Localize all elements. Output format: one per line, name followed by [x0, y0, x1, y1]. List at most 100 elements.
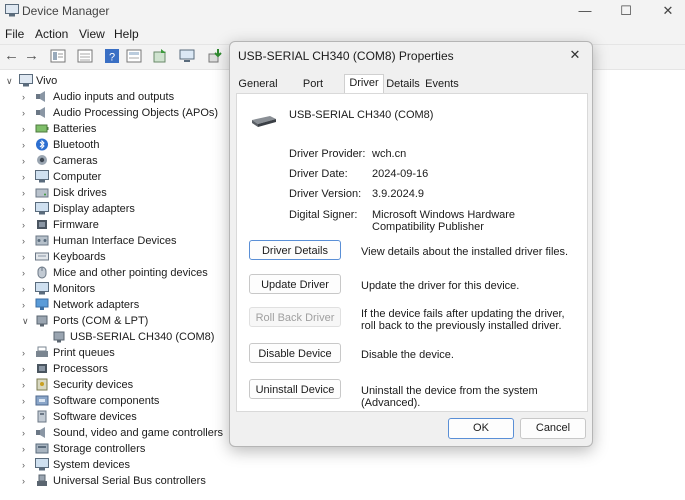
chevron-right-icon[interactable]: › [22, 265, 32, 281]
chevron-right-icon[interactable]: › [22, 425, 32, 441]
tree-root-label: Vivo [36, 75, 58, 87]
tab-port-settings[interactable]: Port Settings [282, 76, 344, 106]
chevron-right-icon[interactable]: › [22, 361, 32, 377]
dialog-title: USB-SERIAL CH340 (COM8) Properties [238, 49, 454, 63]
close-button[interactable]: ✕ [654, 2, 682, 20]
port-icon [53, 331, 65, 343]
minimize-button[interactable]: — [571, 2, 599, 20]
menu-view[interactable]: View [79, 27, 105, 41]
tree-item-label: Network adapters [53, 299, 140, 311]
details-view-icon[interactable] [126, 48, 142, 64]
scan-hardware-icon[interactable] [179, 48, 195, 64]
device-manager-icon [5, 4, 19, 17]
driver-date-label: Driver Date: [289, 168, 348, 180]
driver-provider-value: wch.cn [372, 148, 407, 160]
chevron-right-icon[interactable]: › [22, 297, 32, 313]
properties-icon[interactable] [50, 48, 66, 64]
chevron-right-icon[interactable]: › [22, 281, 32, 297]
maximize-button[interactable]: ☐ [612, 2, 640, 20]
chevron-right-icon[interactable]: › [22, 393, 32, 409]
chevron-right-icon[interactable]: › [22, 201, 32, 217]
tab-general[interactable]: General [236, 76, 280, 92]
disk-icon [35, 188, 49, 198]
chevron-right-icon[interactable]: › [22, 169, 32, 185]
usb-serial-device-icon [252, 116, 276, 127]
keyboard-icon [35, 252, 49, 261]
ok-button[interactable]: OK [448, 418, 514, 439]
chevron-down-icon[interactable]: ∨ [6, 73, 16, 89]
chevron-right-icon[interactable]: › [22, 153, 32, 169]
bluetooth-icon [36, 138, 48, 151]
uninstall-device-description: Uninstall the device from the system (Ad… [361, 385, 538, 409]
enable-device-icon[interactable] [207, 48, 223, 64]
chevron-right-icon[interactable]: › [22, 345, 32, 361]
tree-item-label: Firmware [53, 219, 99, 231]
tree-item-label: Storage controllers [53, 443, 146, 455]
tree-item-label: Disk drives [53, 187, 107, 199]
tab-details[interactable]: Details [384, 76, 422, 92]
tree-item-label: Batteries [53, 123, 97, 135]
help-icon[interactable]: ? [104, 48, 120, 64]
menu-action[interactable]: Action [35, 27, 68, 41]
tree-item-label: Audio inputs and outputs [53, 91, 175, 103]
driver-date-value: 2024-09-16 [372, 168, 429, 180]
chevron-right-icon[interactable]: › [22, 121, 32, 137]
driver-details-button[interactable]: Driver Details [249, 240, 341, 260]
tab-driver[interactable]: Driver [344, 74, 384, 94]
tree-item-label: Software devices [53, 411, 137, 423]
chevron-right-icon[interactable]: › [22, 457, 32, 473]
chevron-right-icon[interactable]: › [22, 233, 32, 249]
tree-item-label: Computer [53, 171, 102, 183]
tree-item-label: Monitors [53, 283, 96, 295]
chevron-right-icon[interactable]: › [22, 185, 32, 201]
tree-item-label: USB-SERIAL CH340 (COM8) [70, 331, 215, 343]
tree-item-label: System devices [53, 459, 131, 471]
tree-item-label: Audio Processing Objects (APOs) [53, 107, 219, 119]
chevron-right-icon[interactable]: › [22, 137, 32, 153]
update-driver-icon[interactable] [152, 48, 168, 64]
roll-back-driver-button: Roll Back Driver [249, 307, 341, 327]
device-icon [37, 410, 47, 423]
tree-item-label: Sound, video and game controllers [53, 427, 223, 439]
window-title: Device Manager [22, 4, 110, 18]
driver-provider-label: Driver Provider: [289, 148, 366, 160]
back-arrow-icon[interactable]: ← [4, 48, 20, 64]
chevron-right-icon[interactable]: › [22, 105, 32, 121]
chevron-right-icon[interactable]: › [22, 249, 32, 265]
chevron-right-icon[interactable]: › [22, 377, 32, 393]
speaker-icon [36, 91, 45, 102]
disable-device-button[interactable]: Disable Device [249, 343, 341, 363]
disable-device-description: Disable the device. [361, 349, 454, 361]
component-icon [35, 395, 49, 406]
printer-icon [36, 346, 48, 357]
update-driver-button[interactable]: Update Driver [249, 274, 341, 294]
chevron-right-icon[interactable]: › [22, 89, 32, 105]
driver-tab-panel: USB-SERIAL CH340 (COM8) Driver Provider:… [236, 93, 588, 412]
tree-item-label: Universal Serial Bus controllers [53, 475, 206, 487]
monitor-icon [35, 170, 49, 183]
monitor-icon [35, 458, 49, 471]
monitor-icon [35, 282, 49, 295]
tree-item-label: Software components [53, 395, 160, 407]
chevron-down-icon[interactable]: ∨ [22, 313, 32, 329]
menu-help[interactable]: Help [114, 27, 139, 41]
tab-events[interactable]: Events [424, 76, 460, 92]
speaker-icon [36, 427, 45, 438]
chevron-right-icon[interactable]: › [22, 441, 32, 457]
port-icon [36, 315, 48, 327]
chevron-right-icon[interactable]: › [22, 409, 32, 425]
cancel-button[interactable]: Cancel [520, 418, 586, 439]
chevron-right-icon[interactable]: › [22, 473, 32, 489]
chevron-right-icon[interactable]: › [22, 217, 32, 233]
menu-file[interactable]: File [5, 27, 24, 41]
uninstall-device-button[interactable]: Uninstall Device [249, 379, 341, 399]
speaker-icon [36, 107, 45, 118]
tree-item-label: Bluetooth [53, 139, 100, 151]
tree-item-label: Ports (COM & LPT) [53, 315, 149, 327]
forward-arrow-icon[interactable]: → [24, 48, 40, 64]
svg-text:?: ? [109, 52, 115, 64]
driver-version-value: 3.9.2024.9 [372, 188, 424, 200]
chip-icon [37, 220, 47, 229]
list-view-icon[interactable] [77, 48, 93, 64]
dialog-close-button[interactable]: ✕ [564, 44, 586, 66]
